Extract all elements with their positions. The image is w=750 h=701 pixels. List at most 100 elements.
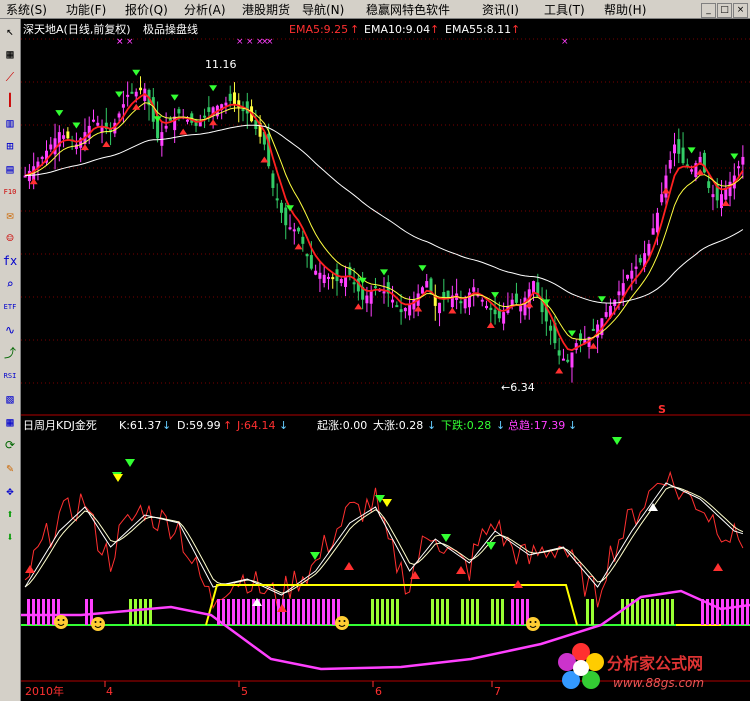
smiley-icon xyxy=(526,617,540,631)
move-icon[interactable]: ✥ xyxy=(2,483,18,499)
menu-tools[interactable]: 工具(T) xyxy=(544,1,585,18)
menu-system[interactable]: 系统(S) xyxy=(6,1,47,18)
candle-body xyxy=(62,135,66,139)
close-button[interactable]: × xyxy=(733,3,748,18)
trend-icon[interactable]: ⤴ xyxy=(2,345,18,361)
signal-bar-2 xyxy=(144,599,147,625)
candle-body xyxy=(40,156,44,159)
kdj-d-value: D:59.99 xyxy=(177,419,221,432)
candle-body xyxy=(134,91,138,97)
candle-body xyxy=(673,144,677,154)
candle-body xyxy=(49,144,53,150)
cursor-icon[interactable]: ↖ xyxy=(2,23,18,39)
candle-body xyxy=(438,302,442,314)
line-chart-icon[interactable]: ⟋ xyxy=(2,69,18,85)
candle-body xyxy=(403,307,407,312)
candle-body xyxy=(493,309,497,315)
signal-bar-2 xyxy=(134,599,137,625)
low-price-label: ←6.34 xyxy=(501,381,535,394)
stock-title: 深天地A(日线,前复权) xyxy=(23,22,131,36)
candle-body xyxy=(566,359,570,362)
signal-bar-10 xyxy=(661,599,664,625)
refresh-icon[interactable]: ⟳ xyxy=(2,437,18,453)
signal-bar-8 xyxy=(511,599,514,625)
candle-body xyxy=(664,175,668,198)
signal-bar-10 xyxy=(671,599,674,625)
pencil-icon[interactable]: ✎ xyxy=(2,460,18,476)
mail-icon[interactable]: ✉ xyxy=(2,207,18,223)
arrow-down-icon[interactable]: ⬇ xyxy=(2,529,18,545)
signal-bar-3 xyxy=(307,599,310,625)
maximize-button[interactable]: □ xyxy=(717,3,732,18)
candle-body xyxy=(647,243,651,256)
signal-bar-3 xyxy=(312,599,315,625)
candlestick-icon[interactable]: ┃ xyxy=(2,92,18,108)
candle-body xyxy=(326,276,330,279)
candle-body xyxy=(459,301,463,304)
candle-body xyxy=(91,119,95,122)
menu-special-software[interactable]: 稳赢网特色软件 xyxy=(366,1,450,18)
candle-body xyxy=(626,274,630,279)
table-icon[interactable]: ▦ xyxy=(2,414,18,430)
arrow-up-icon[interactable]: ⬆ xyxy=(2,506,18,522)
chart2-icon[interactable]: ▧ xyxy=(2,391,18,407)
smiley-eye xyxy=(94,621,97,623)
split-icon[interactable]: ⊞ xyxy=(2,138,18,154)
candle-body xyxy=(638,258,642,263)
signal-bar-10 xyxy=(641,599,644,625)
candle-body xyxy=(168,118,172,121)
logo-url: www.88gs.com xyxy=(613,676,705,690)
signal-bar-2 xyxy=(139,599,142,625)
stat-fall-arrow: ↓ xyxy=(496,419,505,432)
rsi-icon[interactable]: RSI xyxy=(2,368,18,384)
stock-chart[interactable]: ×× × × × ××× × 深天地A(日线,前复权) 极品操盘线 EMA5:9.25 ↑… xyxy=(21,19,750,701)
menu-navigation[interactable]: 导航(N) xyxy=(302,1,344,18)
stat-big-rise: 大涨:0.28 xyxy=(373,418,423,432)
signal-bar-1 xyxy=(85,599,88,625)
candle-body xyxy=(66,131,70,139)
f-formula-icon[interactable]: fx xyxy=(2,253,18,269)
candle-body xyxy=(305,254,309,257)
signal-bar-3 xyxy=(297,599,300,625)
candle-body xyxy=(391,299,395,303)
x-marker-3: × xyxy=(236,37,244,47)
window-controls: _ □ × xyxy=(700,1,748,18)
doc-icon[interactable]: ▤ xyxy=(2,161,18,177)
menu-info[interactable]: 资讯(I) xyxy=(482,1,519,18)
grid-icon[interactable]: ▦ xyxy=(2,46,18,62)
menu-quote[interactable]: 报价(Q) xyxy=(125,1,168,18)
menu-help[interactable]: 帮助(H) xyxy=(604,1,646,18)
kdj-j-value: J:64.14 xyxy=(236,419,275,432)
menu-analysis[interactable]: 分析(A) xyxy=(184,1,226,18)
candle-body xyxy=(352,282,356,285)
signal-bar-3 xyxy=(242,599,245,625)
people-icon[interactable]: ☺ xyxy=(2,230,18,246)
etf-icon[interactable]: ETF xyxy=(2,299,18,315)
menu-bar: 系统(S) 功能(F) 报价(Q) 分析(A) 港股期货 导航(N) 稳赢网特色… xyxy=(0,0,750,19)
signal-bar-3 xyxy=(322,599,325,625)
candle-body xyxy=(297,227,301,232)
signal-bar-0 xyxy=(32,599,35,625)
minimize-button[interactable]: _ xyxy=(701,3,716,18)
bar-icon[interactable]: ▥ xyxy=(2,115,18,131)
signal-bar-3 xyxy=(262,599,265,625)
candle-body xyxy=(382,291,386,294)
stat-total-trend-arrow: ↓ xyxy=(568,419,577,432)
search-icon[interactable]: ⌕ xyxy=(2,276,18,292)
menu-function[interactable]: 功能(F) xyxy=(66,1,106,18)
candle-body xyxy=(228,93,232,102)
x-marker-2: × xyxy=(126,37,134,47)
signal-bar-3 xyxy=(247,599,250,625)
f10-icon[interactable]: F10 xyxy=(2,184,18,200)
candle-body xyxy=(630,270,634,279)
candle-body xyxy=(207,107,211,112)
ema5-value: EMA5:9.25 xyxy=(289,23,348,36)
candle-body xyxy=(707,181,711,188)
wave-icon[interactable]: ∿ xyxy=(2,322,18,338)
signal-bar-11 xyxy=(721,599,724,625)
smiley-icon xyxy=(91,617,105,631)
candle-body xyxy=(121,104,125,108)
menu-hk-futures[interactable]: 港股期货 xyxy=(242,1,290,18)
flower-logo-icon xyxy=(558,643,604,689)
signal-bar-11 xyxy=(716,599,719,625)
